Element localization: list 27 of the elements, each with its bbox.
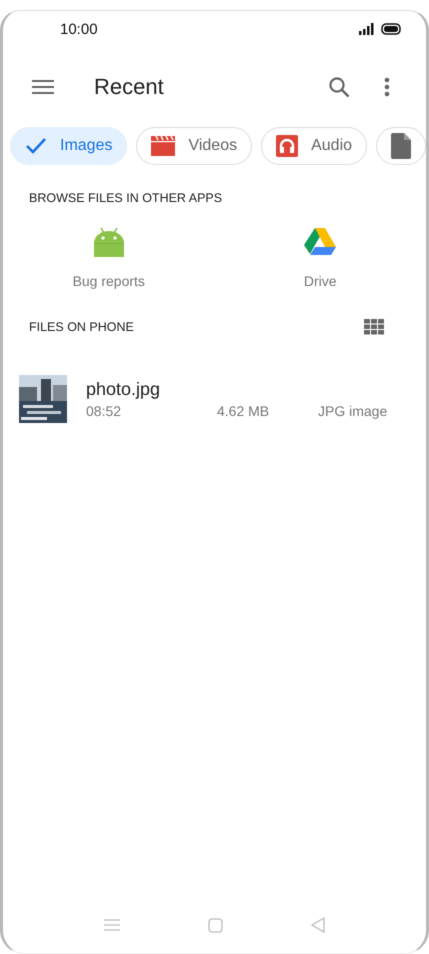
battery-icon — [381, 23, 402, 35]
menu-icon[interactable] — [32, 79, 54, 95]
filter-chip[interactable]: Audio — [261, 127, 368, 165]
filter-chip[interactable] — [376, 127, 426, 165]
triangle-logo-icon — [304, 228, 336, 256]
android-robot-icon — [92, 225, 126, 259]
clapperboard-icon — [151, 136, 176, 156]
file-size: 4.62 MB — [217, 403, 270, 419]
checkmark-icon — [25, 137, 47, 155]
file-name: photo.jpg — [86, 379, 162, 400]
app-shortcut[interactable]: Drive — [214, 225, 426, 289]
search-icon[interactable] — [328, 76, 350, 98]
filter-chip[interactable]: Images — [10, 127, 128, 165]
file-time: 08:52 — [86, 403, 122, 419]
filter-chip[interactable]: Videos — [136, 127, 252, 165]
headphones-icon — [276, 135, 298, 157]
document-icon — [391, 133, 412, 159]
section-heading: BROWSE FILES IN OTHER APPS — [28, 190, 224, 205]
grid-view-icon[interactable] — [364, 319, 384, 335]
app-shortcut[interactable]: Bug reports — [3, 225, 214, 289]
file-row[interactable]: photo.jpg 08:52 4.62 MB JPG image — [3, 335, 426, 423]
screen-title: Recent — [94, 74, 165, 100]
section-heading: FILES ON PHONE — [29, 320, 134, 334]
file-type: JPG image — [318, 403, 388, 419]
status-time: 10:00 — [60, 20, 98, 38]
more-options-icon[interactable] — [384, 77, 390, 97]
signal-icon — [359, 23, 375, 35]
